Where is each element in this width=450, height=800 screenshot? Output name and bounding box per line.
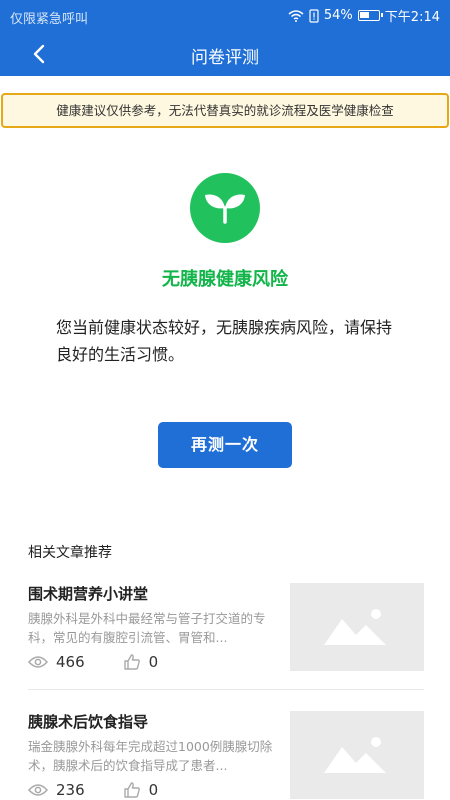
eye-icon	[28, 656, 48, 668]
article-thumbnail[interactable]	[290, 711, 424, 799]
eye-icon	[28, 784, 48, 796]
battery-percent: 54%	[323, 8, 353, 23]
page-title: 问卷评测	[191, 48, 259, 68]
battery-icon	[357, 10, 383, 21]
view-count: 466	[28, 653, 85, 671]
result-description: 您当前健康状态较好，无胰腺疾病风险，请保持良好的生活习惯。	[56, 318, 393, 364]
image-placeholder-icon	[324, 609, 386, 645]
image-placeholder-icon	[324, 737, 386, 773]
section-title: 相关文章推荐	[28, 545, 112, 561]
retest-button[interactable]: 再测一次	[158, 422, 292, 468]
article-title[interactable]: 胰腺术后饮食指导	[28, 711, 148, 732]
sprout-icon	[190, 173, 260, 243]
article-stats: 236 0	[28, 781, 158, 799]
article-card[interactable]: 围术期营养小讲堂 胰腺外科是外科中最经常与管子打交道的专科，常见的有腹腔引流管、…	[28, 583, 424, 693]
like-count-value: 0	[148, 781, 159, 799]
view-count: 236	[28, 781, 85, 799]
like-count[interactable]: 0	[123, 781, 159, 799]
article-stats: 466 0	[28, 653, 158, 671]
article-excerpt: 胰腺外科是外科中最经常与管子打交道的专科，常见的有腹腔引流管、胃管和...	[28, 611, 266, 645]
article-card[interactable]: 胰腺术后饮食指导 瑞金胰腺外科每年完成超过1000例胰腺切除术，胰腺术后的饮食指…	[28, 711, 424, 800]
like-count-value: 0	[148, 653, 159, 671]
article-thumbnail[interactable]	[290, 583, 424, 671]
like-count[interactable]: 0	[123, 653, 159, 671]
sim-alert-icon	[309, 8, 319, 23]
thumbs-up-icon[interactable]	[123, 653, 141, 671]
article-excerpt: 瑞金胰腺外科每年完成超过1000例胰腺切除术，胰腺术后的饮食指导成了患者...	[28, 739, 273, 773]
article-title[interactable]: 围术期营养小讲堂	[28, 583, 148, 604]
status-bar: 仅限紧急呼叫 54% 下午2:14	[0, 0, 450, 32]
result-title: 无胰腺健康风险	[162, 269, 288, 290]
view-count-value: 236	[56, 781, 85, 799]
status-icons: 54% 下午2:14	[288, 6, 440, 25]
view-count-value: 466	[56, 653, 85, 671]
thumbs-up-icon[interactable]	[123, 781, 141, 799]
wifi-icon	[288, 9, 304, 22]
clock: 下午2:14	[384, 10, 440, 25]
carrier-text: 仅限紧急呼叫	[10, 12, 89, 27]
nav-bar: 问卷评测	[0, 32, 450, 76]
disclaimer-banner: 健康建议仅供参考，无法代替真实的就诊流程及医学健康检查	[1, 93, 449, 128]
divider	[28, 689, 424, 690]
